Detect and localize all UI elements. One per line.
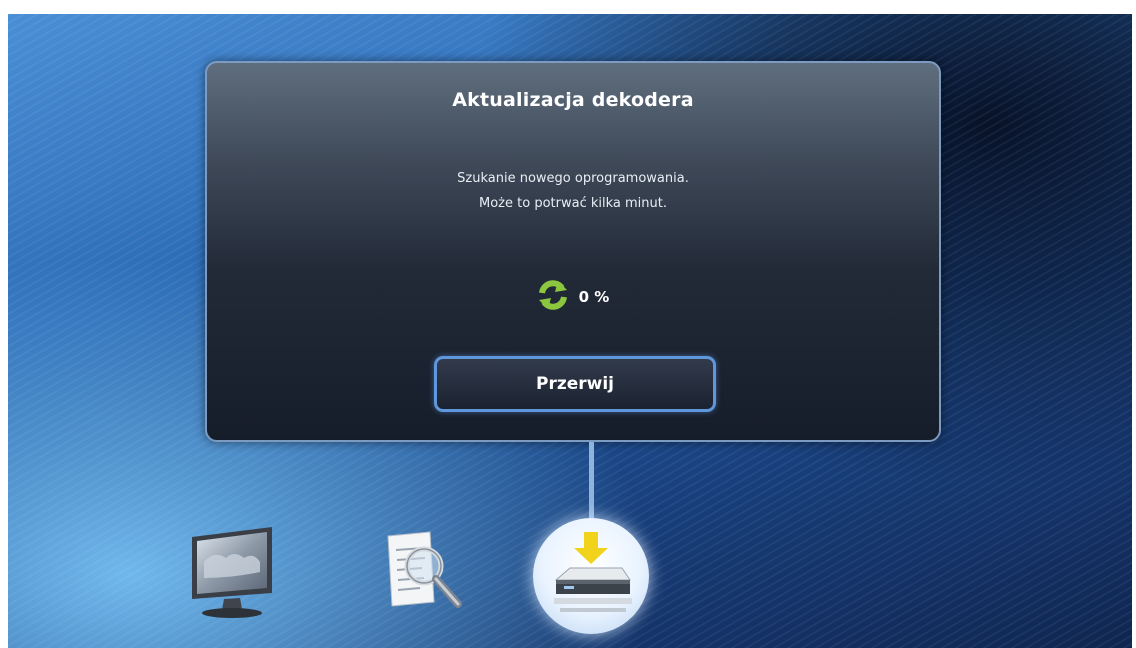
update-dialog: Aktualizacja dekodera Szukanie nowego op… xyxy=(205,61,941,442)
progress-indicator: 0 % xyxy=(207,279,939,315)
progress-percentage: 0 % xyxy=(578,288,610,306)
search-document-icon[interactable] xyxy=(378,518,468,626)
refresh-icon xyxy=(537,279,569,315)
tv-icon[interactable] xyxy=(184,517,280,631)
status-message-line1: Szukanie nowego oprogramowania. xyxy=(457,171,689,186)
screen-background: Aktualizacja dekodera Szukanie nowego op… xyxy=(8,14,1132,648)
decoder-download-icon[interactable] xyxy=(546,530,636,626)
dialog-title: Aktualizacja dekodera xyxy=(452,89,694,111)
status-message-line2: Może to potrwać kilka minut. xyxy=(479,196,667,211)
abort-button[interactable]: Przerwij xyxy=(434,356,716,412)
